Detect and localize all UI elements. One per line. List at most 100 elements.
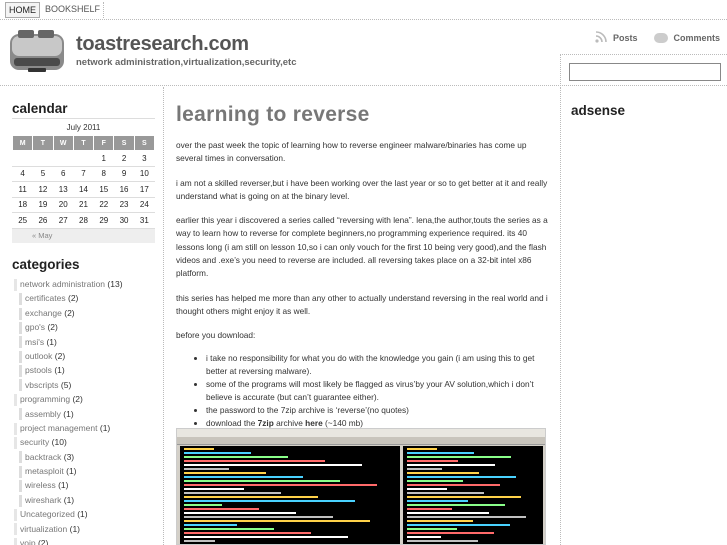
calendar-day-cell: 11 [11, 181, 34, 198]
calendar-day-header: S [113, 135, 135, 151]
categories-heading: categories [12, 257, 80, 272]
screenshot-code-line [407, 448, 437, 450]
screenshot-code-line [184, 488, 244, 490]
category-name: network administration [20, 279, 106, 289]
debugger-screenshot-image[interactable] [176, 428, 546, 545]
site-title[interactable]: toastresearch.com [76, 33, 249, 56]
calendar-day-cell: 12 [32, 181, 54, 198]
categories-list: network administration (13) certificates … [14, 277, 162, 545]
category-name: programming [20, 394, 71, 405]
screenshot-registers-pane [403, 446, 543, 544]
left-sidebar: calendar July 2011 M T W T F S S 1234567… [0, 87, 164, 545]
toaster-logo-icon[interactable] [8, 26, 66, 74]
calendar-day-cell: 18 [11, 196, 34, 213]
category-item[interactable]: metasploit (1) [14, 464, 162, 478]
screenshot-code-line [407, 468, 442, 470]
category-item[interactable]: wireshark (1) [14, 493, 162, 507]
category-count: (1) [63, 408, 74, 419]
screenshot-code-line [407, 536, 441, 538]
category-item[interactable]: backtrack (3) [14, 450, 162, 464]
category-name: pstools [25, 365, 52, 376]
screenshot-code-line [407, 488, 447, 490]
calendar-day-cell: 27 [52, 212, 74, 229]
download-size: (~140 mb) [322, 417, 364, 428]
screenshot-code-line [407, 508, 452, 510]
calendar-day-cell: 31 [133, 212, 156, 229]
calendar-day-cell: 7 [72, 165, 95, 182]
category-item[interactable]: assembly (1) [14, 407, 162, 421]
category-count: (2) [72, 394, 83, 405]
post-title[interactable]: learning to reverse [176, 103, 370, 127]
screenshot-toolbar [177, 437, 545, 445]
screenshot-code-line [184, 540, 215, 542]
calendar-week-row: 123 [11, 150, 156, 167]
nav-bookshelf-tab[interactable]: BOOKSHELF [42, 2, 105, 18]
feed-links: Posts Comments [595, 31, 720, 45]
site-header: toastresearch.com network administration… [0, 20, 727, 86]
category-item[interactable]: certificates (2) [14, 291, 162, 305]
category-count: (1) [69, 523, 81, 534]
screenshot-code-line [407, 528, 457, 530]
calendar-day-cell: 15 [93, 181, 115, 198]
category-item[interactable]: vbscripts (5) [14, 378, 162, 392]
calendar-day-header: T [32, 135, 54, 151]
category-name: wireless [25, 480, 56, 491]
calendar-day-cell: 8 [93, 165, 115, 182]
calendar-day-cell: 25 [11, 212, 34, 229]
posts-feed-link[interactable]: Posts [613, 33, 638, 43]
category-item[interactable]: pstools (1) [14, 363, 162, 377]
category-item[interactable]: wireless (1) [14, 478, 162, 492]
screenshot-code-line [407, 464, 495, 466]
category-item[interactable]: network administration (13) [14, 277, 162, 291]
screenshot-code-line [407, 520, 473, 522]
screenshot-menubar [177, 429, 545, 437]
calendar-prev-link[interactable]: « May [12, 229, 155, 243]
nav-home-tab[interactable]: HOME [5, 2, 40, 18]
calendar-day-cell: 28 [72, 212, 95, 229]
category-count: (10) [51, 437, 67, 448]
category-item[interactable]: exchange (2) [14, 306, 162, 320]
calendar-day-cell: 16 [113, 181, 135, 198]
category-item[interactable]: Uncategorized (1) [14, 507, 162, 521]
category-name: exchange [25, 307, 62, 318]
category-item[interactable]: security (10) [14, 435, 162, 449]
screenshot-code-line [184, 464, 362, 466]
calendar-day-cell: 19 [32, 196, 54, 213]
7zip-link[interactable]: 7zip [258, 418, 274, 428]
screenshot-code-line [184, 516, 333, 518]
screenshot-code-line [184, 496, 318, 498]
download-here-link[interactable]: here [305, 418, 323, 428]
screenshot-code-line [407, 456, 511, 458]
category-item[interactable]: outlook (2) [14, 349, 162, 363]
screenshot-code-line [407, 452, 474, 454]
calendar-day-cell: 17 [133, 181, 156, 198]
category-count: (1) [63, 494, 75, 505]
category-item[interactable]: voip (2) [14, 536, 162, 545]
screenshot-code-line [407, 500, 468, 502]
category-count: (2) [54, 350, 66, 361]
post-paragraph: before you download: [176, 330, 256, 341]
screenshot-code-line [184, 468, 229, 470]
category-name: outlook [25, 350, 53, 361]
rss-icon[interactable] [595, 31, 610, 45]
screenshot-disassembly-pane [180, 446, 400, 544]
calendar-week-row: 25 26 27 28 29 30 31 [11, 212, 156, 229]
calendar-day-cell [32, 150, 54, 167]
category-name: backtrack [25, 451, 62, 462]
screenshot-code-line [407, 484, 500, 486]
comments-feed-link[interactable]: Comments [673, 33, 720, 43]
screenshot-code-line [407, 460, 458, 462]
screenshot-code-line [184, 520, 370, 522]
search-input[interactable] [569, 63, 721, 81]
category-count: (2) [37, 538, 49, 545]
category-count: (1) [54, 365, 65, 376]
category-item[interactable]: gpo's (2) [14, 320, 162, 334]
category-item[interactable]: project management (1) [14, 421, 162, 435]
category-item[interactable]: msi's (1) [14, 335, 162, 349]
calendar-day-header: S [133, 135, 156, 151]
calendar-caption: July 2011 [12, 118, 155, 135]
category-item[interactable]: virtualization (1) [14, 522, 162, 536]
category-count: (1) [46, 336, 57, 347]
calendar-day-cell: 4 [11, 165, 34, 182]
category-item[interactable]: programming (2) [14, 392, 162, 406]
